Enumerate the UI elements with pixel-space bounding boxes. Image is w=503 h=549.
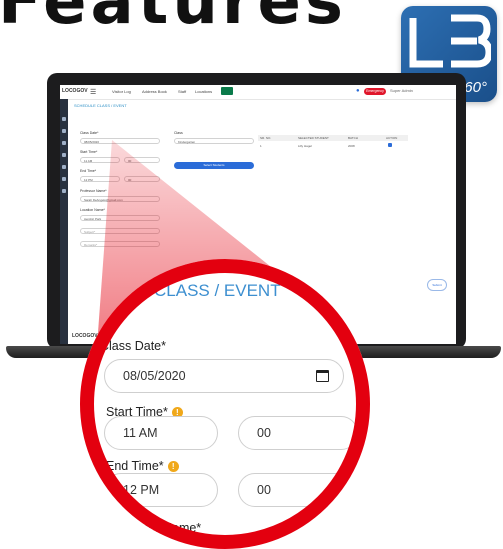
delete-row-icon[interactable] xyxy=(388,143,392,147)
sidebar-home-icon[interactable] xyxy=(62,117,66,121)
class-date-label: Class Date* xyxy=(80,131,99,135)
selected-students-table: SR. NO. SELECTED STUDENT BATCH ACTION 1 … xyxy=(258,135,408,153)
submit-button[interactable]: Submit xyxy=(427,279,447,291)
nav-visitor-log[interactable]: Visitor Log xyxy=(112,89,131,94)
class-label: Class xyxy=(174,131,183,135)
end-time-label: End Time* xyxy=(80,169,97,173)
nav-address-book[interactable]: Address Book xyxy=(142,89,167,94)
app-brand[interactable]: LOCOGOV xyxy=(62,88,88,94)
user-menu[interactable]: Super Admin xyxy=(390,88,413,93)
app-topbar: LOCOGOV ☰ Visitor Log Address Book Staff… xyxy=(60,85,456,100)
bell-icon[interactable]: ● xyxy=(356,88,360,94)
location-select[interactable]: Aerobic Park xyxy=(80,215,160,221)
hamburger-menu-icon[interactable]: ☰ xyxy=(90,88,96,96)
table-header-cell: BATCH xyxy=(348,136,358,140)
sidebar-mail-icon[interactable] xyxy=(62,129,66,133)
dashboard-icon[interactable] xyxy=(221,87,233,95)
zoom-lens-ring xyxy=(80,259,370,549)
sidebar-pin-icon[interactable] xyxy=(62,165,66,169)
footer-brand: LOCOGOV xyxy=(72,333,98,339)
table-cell: 1 xyxy=(260,144,262,148)
sidebar-help-icon[interactable] xyxy=(62,189,66,193)
end-minute-field[interactable]: 00 xyxy=(124,176,160,182)
end-hour-field[interactable]: 12 PM xyxy=(80,176,120,182)
features-headline: Features xyxy=(0,0,347,39)
table-header-cell: ACTION xyxy=(386,136,398,140)
nav-staff[interactable]: Staff xyxy=(178,89,186,94)
sidebar-doc-icon[interactable] xyxy=(62,141,66,145)
class-date-field[interactable]: 08/05/2020 xyxy=(80,138,160,144)
sidebar-users-icon[interactable] xyxy=(62,153,66,157)
select-students-button[interactable]: Select Students xyxy=(174,162,254,169)
table-cell: Lilly Hagel xyxy=(298,144,312,148)
page-title: SCHEDULE CLASS / EVENT xyxy=(74,103,127,108)
professor-select[interactable]: Sarah DeAngelo@gmail.com xyxy=(80,196,160,202)
location-label: Location Name* xyxy=(80,208,105,212)
nav-locations[interactable]: Locations xyxy=(195,89,212,94)
professor-label: Professor Name* xyxy=(80,189,107,193)
lb-logo-mark-icon xyxy=(409,14,491,68)
remarks-input[interactable]: Remarks* xyxy=(80,241,160,247)
subject-input[interactable]: Subject* xyxy=(80,228,160,234)
start-time-label: Start Time* xyxy=(80,150,98,154)
start-hour-field[interactable]: 11 AM xyxy=(80,157,120,163)
start-minute-field[interactable]: 00 xyxy=(124,157,160,163)
table-cell: 2008 xyxy=(348,144,355,148)
sidebar-file-icon[interactable] xyxy=(62,177,66,181)
table-header-cell: SELECTED STUDENT xyxy=(298,136,329,140)
table-header-cell: SR. NO. xyxy=(260,136,272,140)
emergency-button[interactable]: Emergency xyxy=(364,88,386,95)
class-select[interactable]: Kindergarten xyxy=(174,138,254,144)
app-sidebar xyxy=(60,99,68,344)
